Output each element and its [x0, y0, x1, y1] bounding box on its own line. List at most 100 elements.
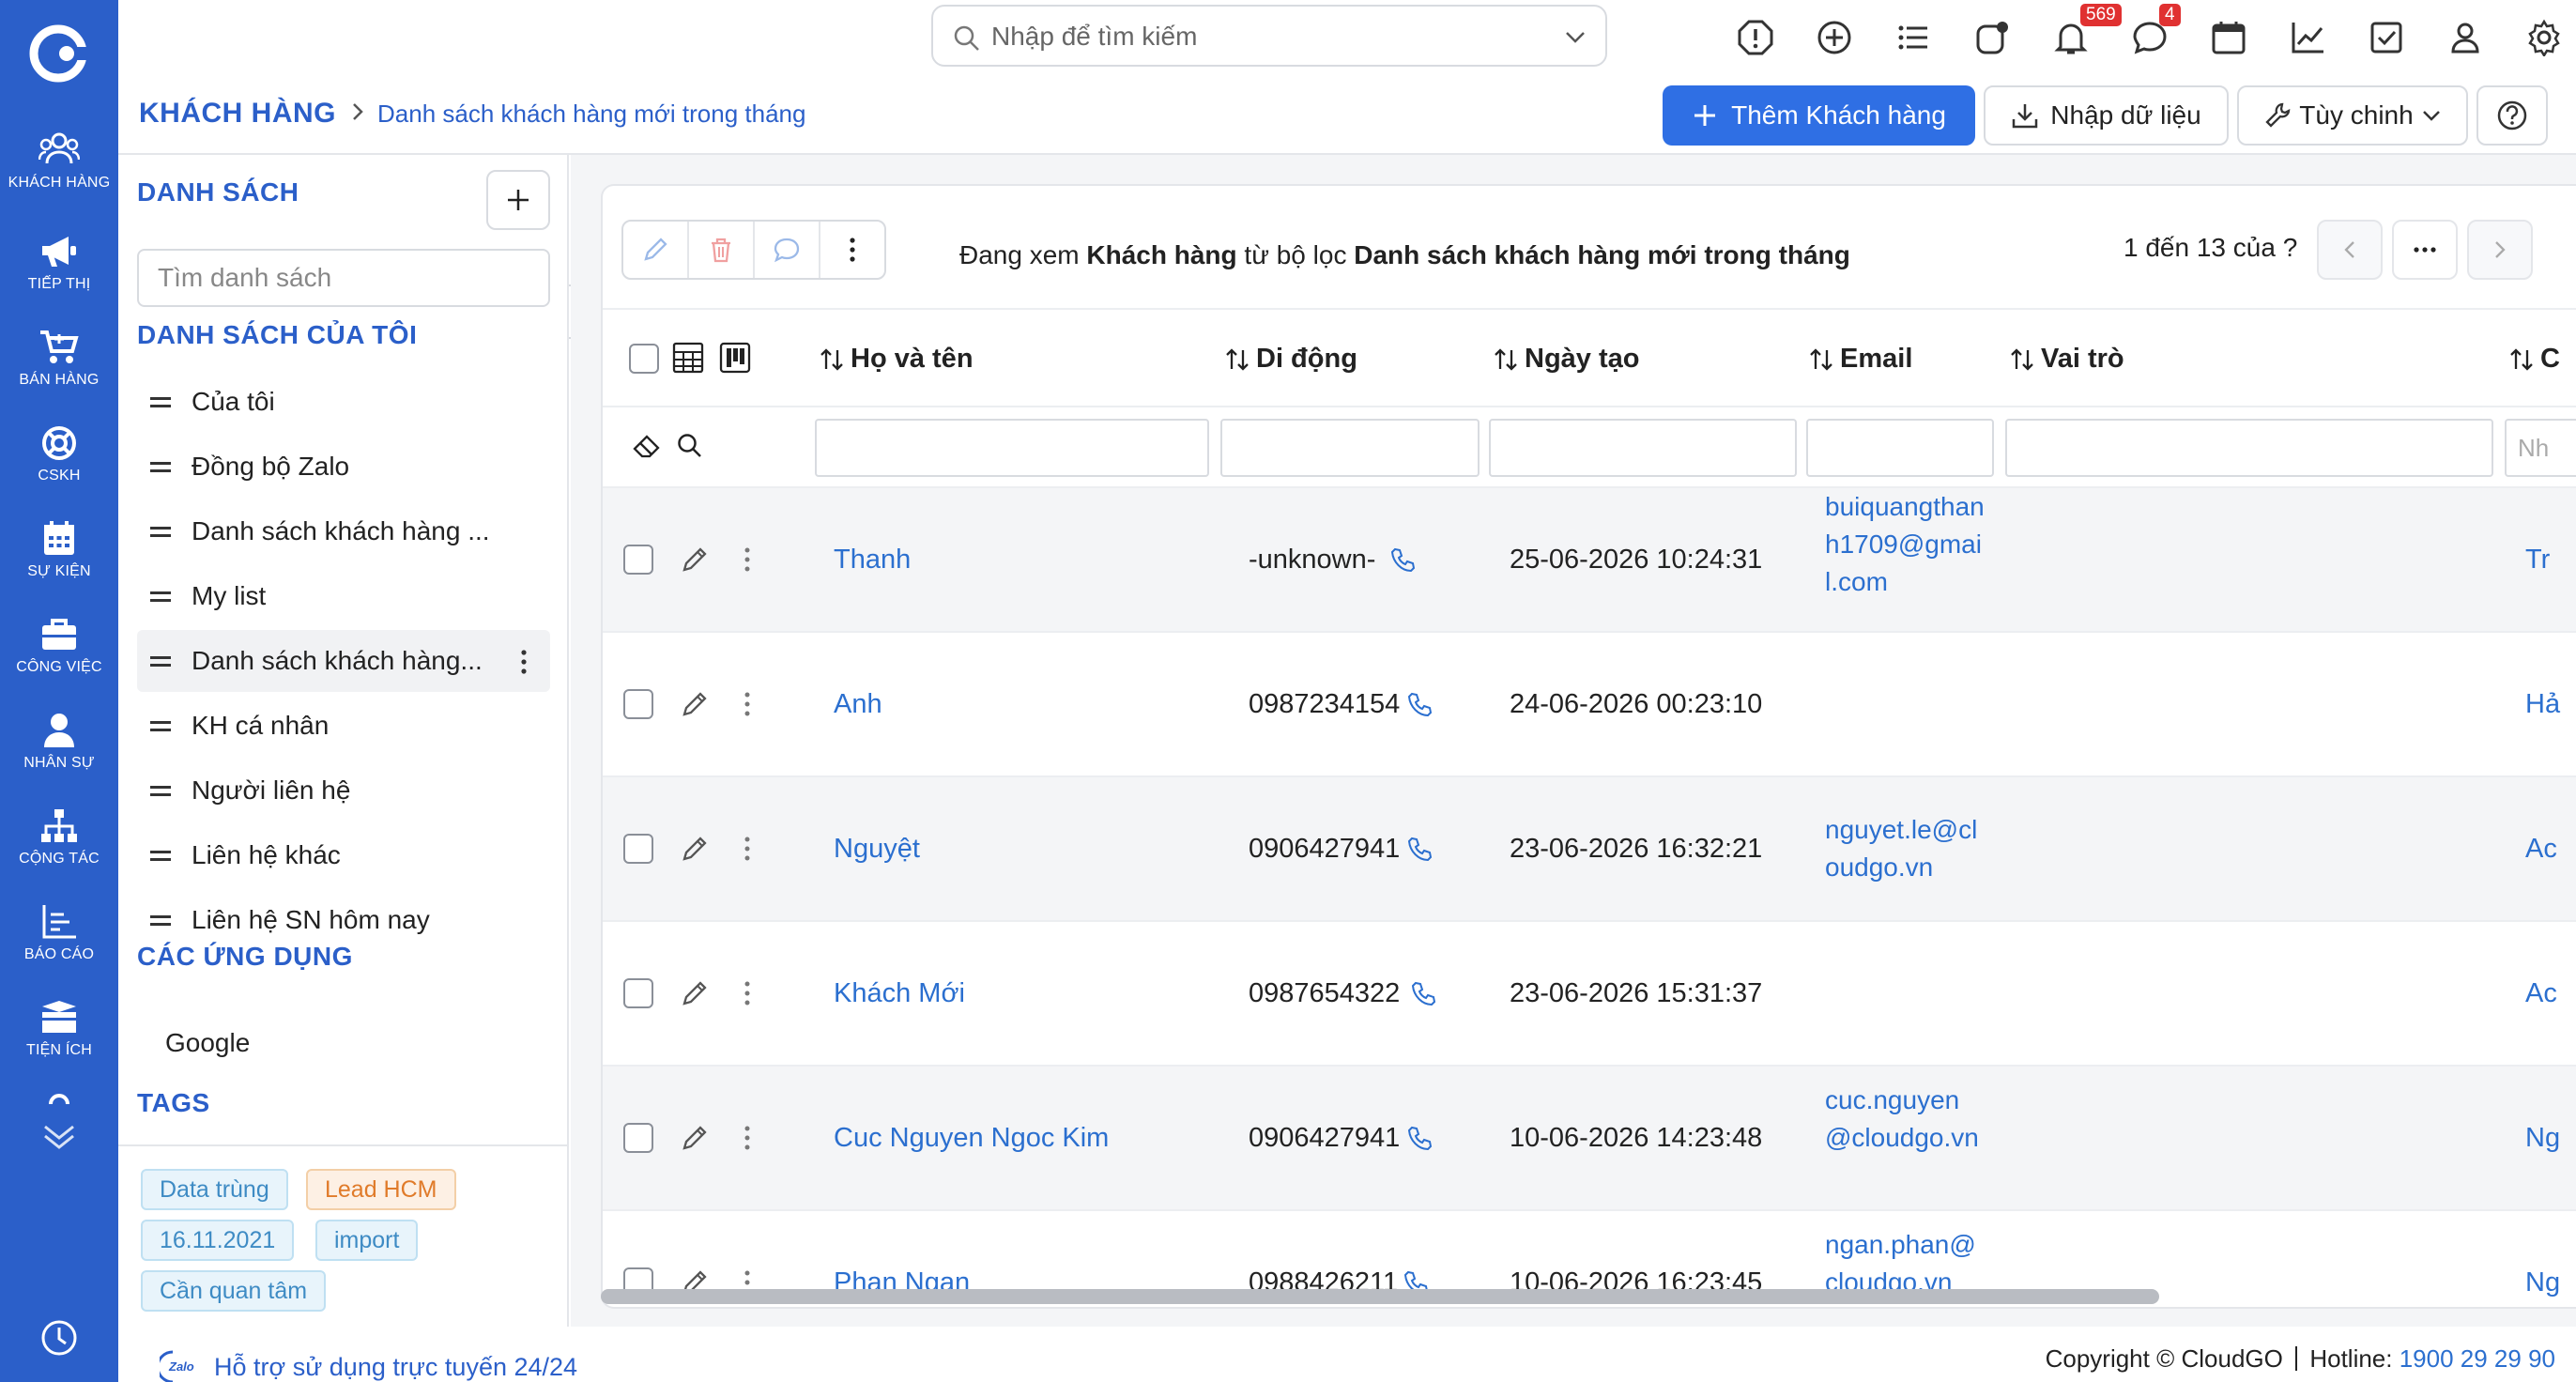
rail-item-ban-hang[interactable]: BÁN HÀNG [0, 329, 118, 415]
filter-role-field[interactable] [2007, 421, 2492, 475]
select-all-checkbox[interactable] [629, 344, 659, 374]
list-item[interactable]: Liên hệ khác [137, 824, 550, 886]
settings-gear-icon[interactable] [2525, 19, 2563, 58]
add-customer-button[interactable]: Thêm Khách hàng [1663, 85, 1975, 146]
phone-call-icon[interactable] [1406, 691, 1434, 724]
list-item[interactable]: Người liên hệ [137, 760, 550, 822]
cell-role[interactable]: Tr [2525, 545, 2550, 576]
table-row[interactable]: Cuc Nguyen Ngoc Kim 0906427941 10-06-202… [603, 1067, 2576, 1211]
row-edit-pencil-icon[interactable] [680, 689, 710, 724]
hotline-number[interactable]: 1900 29 29 90 [2400, 1344, 2555, 1373]
phone-call-icon[interactable] [1389, 546, 1418, 579]
breadcrumb-module[interactable]: KHÁCH HÀNG [139, 98, 336, 130]
row-more-vertical-icon[interactable] [744, 1125, 751, 1156]
cell-role[interactable]: Ng [2525, 1267, 2560, 1298]
global-search-input[interactable] [991, 16, 1517, 57]
add-list-button[interactable] [486, 170, 550, 230]
mass-comment-button[interactable] [755, 222, 820, 278]
column-header-name[interactable]: Họ và tên [819, 344, 974, 375]
prev-page-button[interactable] [2317, 220, 2383, 280]
chevron-down-icon[interactable] [1564, 29, 1587, 49]
cell-role[interactable]: Hả [2525, 689, 2560, 720]
row-more-vertical-icon[interactable] [744, 980, 751, 1011]
list-item[interactable]: KH cá nhân [137, 695, 550, 757]
next-page-button[interactable] [2467, 220, 2533, 280]
chart-line-icon[interactable] [2289, 19, 2326, 56]
cell-role[interactable]: Ac [2525, 834, 2557, 865]
row-edit-pencil-icon[interactable] [680, 1123, 710, 1158]
list-search-input[interactable] [139, 251, 548, 305]
table-row[interactable]: Nguyệt 0906427941 23-06-2026 16:32:21 ng… [603, 777, 2576, 922]
cell-name[interactable]: Khách Mới [834, 978, 965, 1009]
rail-item-cong-viec[interactable]: CÔNG VIỆC [0, 616, 118, 702]
task-list-icon[interactable] [1894, 19, 1932, 56]
list-item[interactable]: Của tôi [137, 371, 550, 433]
customize-button[interactable]: Tùy chinh [2237, 85, 2468, 146]
cell-email[interactable]: buiquangthanh1709@gmail.com [1825, 488, 1985, 601]
more-vertical-icon[interactable] [520, 649, 528, 682]
tag-chip[interactable]: import [315, 1220, 419, 1261]
support-link[interactable]: Zalo Hỗ trợ sử dụng trực tuyến 24/24 [160, 1348, 577, 1382]
notifications-bell-icon[interactable]: 569 [2052, 4, 2122, 56]
filter-email-field[interactable] [1808, 421, 1992, 475]
row-more-vertical-icon[interactable] [744, 691, 751, 722]
cell-name[interactable]: Thanh [834, 545, 911, 576]
filter-role-input[interactable] [2005, 419, 2493, 477]
rail-item-tiep-thi[interactable]: TIẾP THỊ [0, 233, 118, 319]
cell-email[interactable]: nguyet.le@cloudgo.vn [1825, 811, 1985, 886]
column-header-created[interactable]: Ngày tạo [1493, 344, 1639, 375]
row-checkbox[interactable] [623, 1123, 653, 1153]
cell-email[interactable]: cuc.nguyen@cloudgo.vn [1825, 1082, 1985, 1157]
cell-role[interactable]: Ng [2525, 1123, 2560, 1154]
add-circle-icon[interactable] [1816, 19, 1853, 56]
apply-filter-search-icon[interactable] [676, 432, 704, 465]
row-more-vertical-icon[interactable] [744, 836, 751, 867]
rail-item-cskh[interactable]: CSKH [0, 424, 118, 511]
updates-icon[interactable] [1973, 19, 2011, 56]
rail-more-button[interactable] [39, 1089, 79, 1159]
column-header-mobile[interactable]: Di động [1224, 344, 1357, 375]
app-item-google[interactable]: Google [165, 1028, 250, 1058]
table-row[interactable]: Thanh -unknown- 25-06-2026 10:24:31 buiq… [603, 488, 2576, 633]
list-item-active[interactable]: Danh sách khách hàng... [137, 630, 550, 692]
column-header-role[interactable]: Vai trò [2009, 344, 2124, 375]
phone-call-icon[interactable] [1406, 836, 1434, 868]
rail-item-bao-cao[interactable]: BÁO CÁO [0, 903, 118, 990]
mass-delete-button[interactable] [689, 222, 755, 278]
row-checkbox[interactable] [623, 978, 653, 1008]
history-clock-icon[interactable] [39, 1318, 79, 1362]
global-search[interactable] [931, 5, 1607, 67]
rail-item-nhan-su[interactable]: NHÂN SỰ [0, 712, 118, 798]
list-item[interactable]: Đồng bộ Zalo [137, 436, 550, 498]
user-profile-icon[interactable] [2446, 19, 2484, 56]
row-edit-pencil-icon[interactable] [680, 978, 710, 1013]
calendar-icon[interactable] [2210, 19, 2247, 56]
list-item[interactable]: Danh sách khách hàng ... [137, 500, 550, 562]
column-header-next[interactable]: C [2508, 344, 2560, 375]
horizontal-scrollbar[interactable] [601, 1289, 2159, 1304]
column-header-email[interactable]: Email [1808, 344, 1912, 375]
clear-filter-eraser-icon[interactable] [631, 432, 663, 465]
row-edit-pencil-icon[interactable] [680, 545, 710, 579]
more-actions-button[interactable] [820, 222, 884, 278]
help-button[interactable] [2476, 85, 2548, 146]
rail-item-su-kien[interactable]: SỰ KIỆN [0, 520, 118, 607]
list-search[interactable] [137, 249, 550, 307]
cell-role[interactable]: Ac [2525, 978, 2557, 1009]
chat-icon[interactable]: 4 [2131, 4, 2181, 56]
cloudgo-logo[interactable] [27, 23, 93, 84]
cell-name[interactable]: Nguyệt [834, 834, 920, 865]
breadcrumb-current[interactable]: Danh sách khách hàng mới trong tháng [377, 100, 805, 129]
row-checkbox[interactable] [623, 689, 653, 719]
table-view-icon[interactable] [672, 342, 704, 378]
row-checkbox[interactable] [623, 834, 653, 864]
kanban-view-icon[interactable] [719, 342, 751, 378]
mass-edit-button[interactable] [623, 222, 689, 278]
tag-chip[interactable]: Cần quan tâm [141, 1270, 327, 1312]
tag-chip[interactable]: Lead HCM [306, 1169, 456, 1210]
filter-next-input[interactable] [2505, 419, 2576, 477]
rail-item-tien-ich[interactable]: TIỆN ÍCH [0, 999, 118, 1085]
cell-name[interactable]: Cuc Nguyen Ngoc Kim [834, 1123, 1109, 1154]
import-data-button[interactable]: Nhập dữ liệu [1984, 85, 2229, 146]
rail-item-khach-hang[interactable]: KHÁCH HÀNG [0, 131, 118, 218]
